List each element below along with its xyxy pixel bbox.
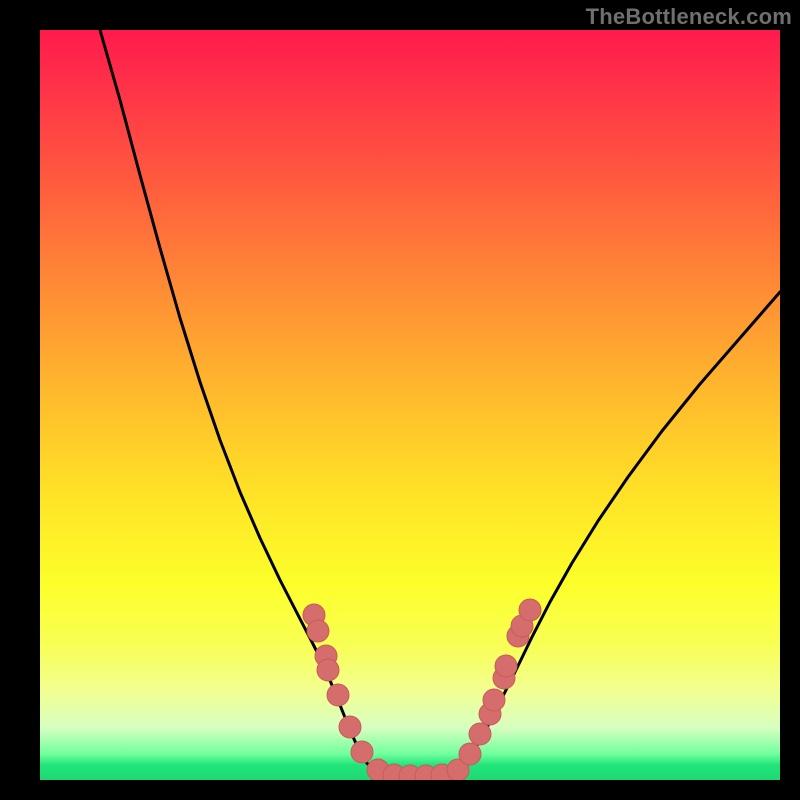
chart-overlay	[40, 30, 780, 780]
data-marker	[459, 743, 481, 765]
data-marker	[317, 659, 339, 681]
data-marker	[327, 684, 349, 706]
chart-frame: TheBottleneck.com	[0, 0, 800, 800]
data-marker	[519, 599, 541, 621]
data-marker	[307, 620, 329, 642]
data-marker	[483, 689, 505, 711]
bottleneck-curve	[100, 30, 780, 778]
data-marker	[469, 723, 491, 745]
watermark-text: TheBottleneck.com	[586, 4, 792, 30]
data-marker	[339, 716, 361, 738]
plot-area	[40, 30, 780, 780]
data-marker	[351, 741, 373, 763]
data-marker	[495, 655, 517, 677]
